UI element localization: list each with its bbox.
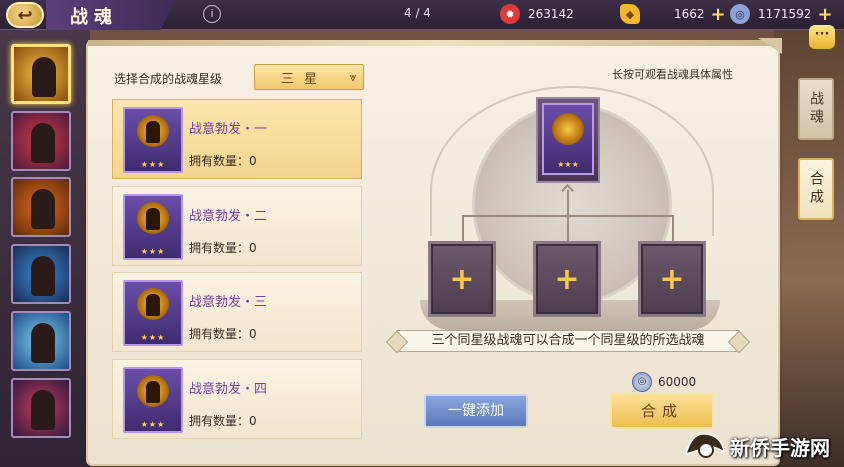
panel-top-border (88, 40, 780, 46)
silver-coin-icon: ◎ (632, 372, 652, 392)
owned-count: 拥有数量：0 (189, 241, 257, 255)
owned-count: 拥有数量：0 (189, 154, 257, 168)
flame-coin-icon: ✹ (500, 4, 520, 24)
connector-line (672, 215, 674, 241)
tab-merge[interactable]: 合成 (798, 158, 834, 220)
info-icon[interactable]: i (203, 5, 221, 23)
soul-card-icon: ★★★ (123, 107, 183, 173)
soul-card-icon: ★★★ (123, 367, 183, 433)
connector-line (567, 190, 569, 216)
warrior-portrait-icon (32, 57, 56, 97)
sidebar-thumb-5[interactable] (11, 311, 71, 371)
silver-coin-icon: ◎ (730, 4, 750, 24)
soul-card-icon: ★★★ (123, 194, 183, 260)
target-soul-card[interactable]: ★★★ (536, 97, 600, 183)
add-gold-button[interactable]: + (711, 4, 726, 25)
sidebar-thumb-3[interactable] (11, 177, 71, 237)
list-item[interactable]: ★★★ 战意勃发・一 拥有数量：0 (112, 99, 362, 179)
watermark-text: 新侨手游网 (730, 435, 830, 460)
merge-cost: ◎ 60000 (632, 372, 696, 392)
currency-gold: ◆ 1662 + (620, 3, 726, 25)
watermark: 新侨手游网 (682, 426, 830, 466)
add-silver-button[interactable]: + (817, 4, 832, 25)
list-item[interactable]: ★★★ 战意勃发・三 拥有数量：0 (112, 272, 362, 352)
cost-value: 60000 (658, 375, 697, 389)
red-warrior-portrait-icon (31, 123, 55, 163)
star-level-dropdown[interactable]: 三星 ⩔ (254, 64, 364, 90)
back-button[interactable]: ↩ (6, 2, 44, 28)
currency-flame: ✹ 263142 (500, 3, 574, 25)
currency-value: 263142 (528, 7, 574, 21)
material-slot-2[interactable]: + (533, 241, 601, 317)
chat-bubble-icon: ··· (814, 27, 830, 42)
connector-line (567, 215, 569, 241)
sidebar-thumb-6[interactable] (11, 378, 71, 438)
merge-rule-note: 三个同星级战魂可以合成一个同星级的所选战魂 (396, 330, 740, 352)
chat-button[interactable]: ··· (809, 25, 835, 49)
plus-icon: + (449, 261, 475, 297)
soul-name: 战意勃发・三 (189, 295, 268, 310)
gold-ingot-icon: ◆ (620, 4, 640, 24)
long-press-hint: 长按可观看战魂具体属性 (612, 68, 733, 81)
material-slot-1[interactable]: + (428, 241, 496, 317)
material-slot-3[interactable]: + (638, 241, 706, 317)
fire-warrior-portrait-icon (31, 189, 55, 229)
soul-list: ★★★ 战意勃发・一 拥有数量：0 ★★★ 战意勃发・二 拥有数量：0 ★★★ … (112, 97, 364, 442)
plus-icon: + (554, 261, 580, 297)
crimson-warrior-portrait-icon (31, 390, 55, 430)
soul-name: 战意勃发・四 (189, 382, 268, 397)
tab-souls[interactable]: 战魂 (798, 78, 834, 140)
slot-counter: 4 / 4 (404, 6, 431, 20)
back-arrow-icon: ↩ (17, 4, 33, 26)
star-select-label: 选择合成的战魂星级 (114, 72, 223, 86)
soul-name: 战意勃发・二 (189, 209, 268, 224)
chevron-down-icon: ⩔ (349, 69, 357, 84)
list-item[interactable]: ★★★ 战意勃发・四 拥有数量：0 (112, 359, 362, 439)
soul-name: 战意勃发・一 (189, 122, 268, 137)
merge-button[interactable]: 合成 (610, 393, 714, 429)
currency-silver: ◎ 1171592 + (730, 3, 833, 25)
sidebar-thumb-2[interactable] (11, 111, 71, 171)
ice-warrior-portrait-icon (31, 323, 55, 363)
list-item[interactable]: ★★★ 战意勃发・二 拥有数量：0 (112, 186, 362, 266)
target-soul-icon: ★★★ (542, 103, 594, 175)
currency-value: 1662 (674, 7, 705, 21)
owned-count: 拥有数量：0 (189, 327, 257, 341)
sidebar-thumb-4[interactable] (11, 244, 71, 304)
sidebar-thumb-1[interactable] (11, 44, 71, 104)
star-level-value: 三星 (280, 71, 327, 87)
soul-card-icon: ★★★ (123, 280, 183, 346)
plus-icon: + (659, 261, 685, 297)
top-bar: ↩ 战魂 i 4 / 4 ✹ 263142 ◆ 1662 + ◎ 1171592… (0, 0, 844, 30)
watermark-logo-icon (684, 433, 725, 458)
page-title: 战魂 (70, 7, 118, 28)
owned-count: 拥有数量：0 (189, 414, 257, 428)
warrior-sidebar (8, 40, 74, 467)
blue-warrior-portrait-icon (31, 256, 55, 296)
currency-value: 1171592 (758, 7, 812, 21)
auto-add-button[interactable]: 一键添加 (424, 394, 528, 428)
connector-line (462, 215, 464, 241)
background-right (774, 0, 844, 467)
